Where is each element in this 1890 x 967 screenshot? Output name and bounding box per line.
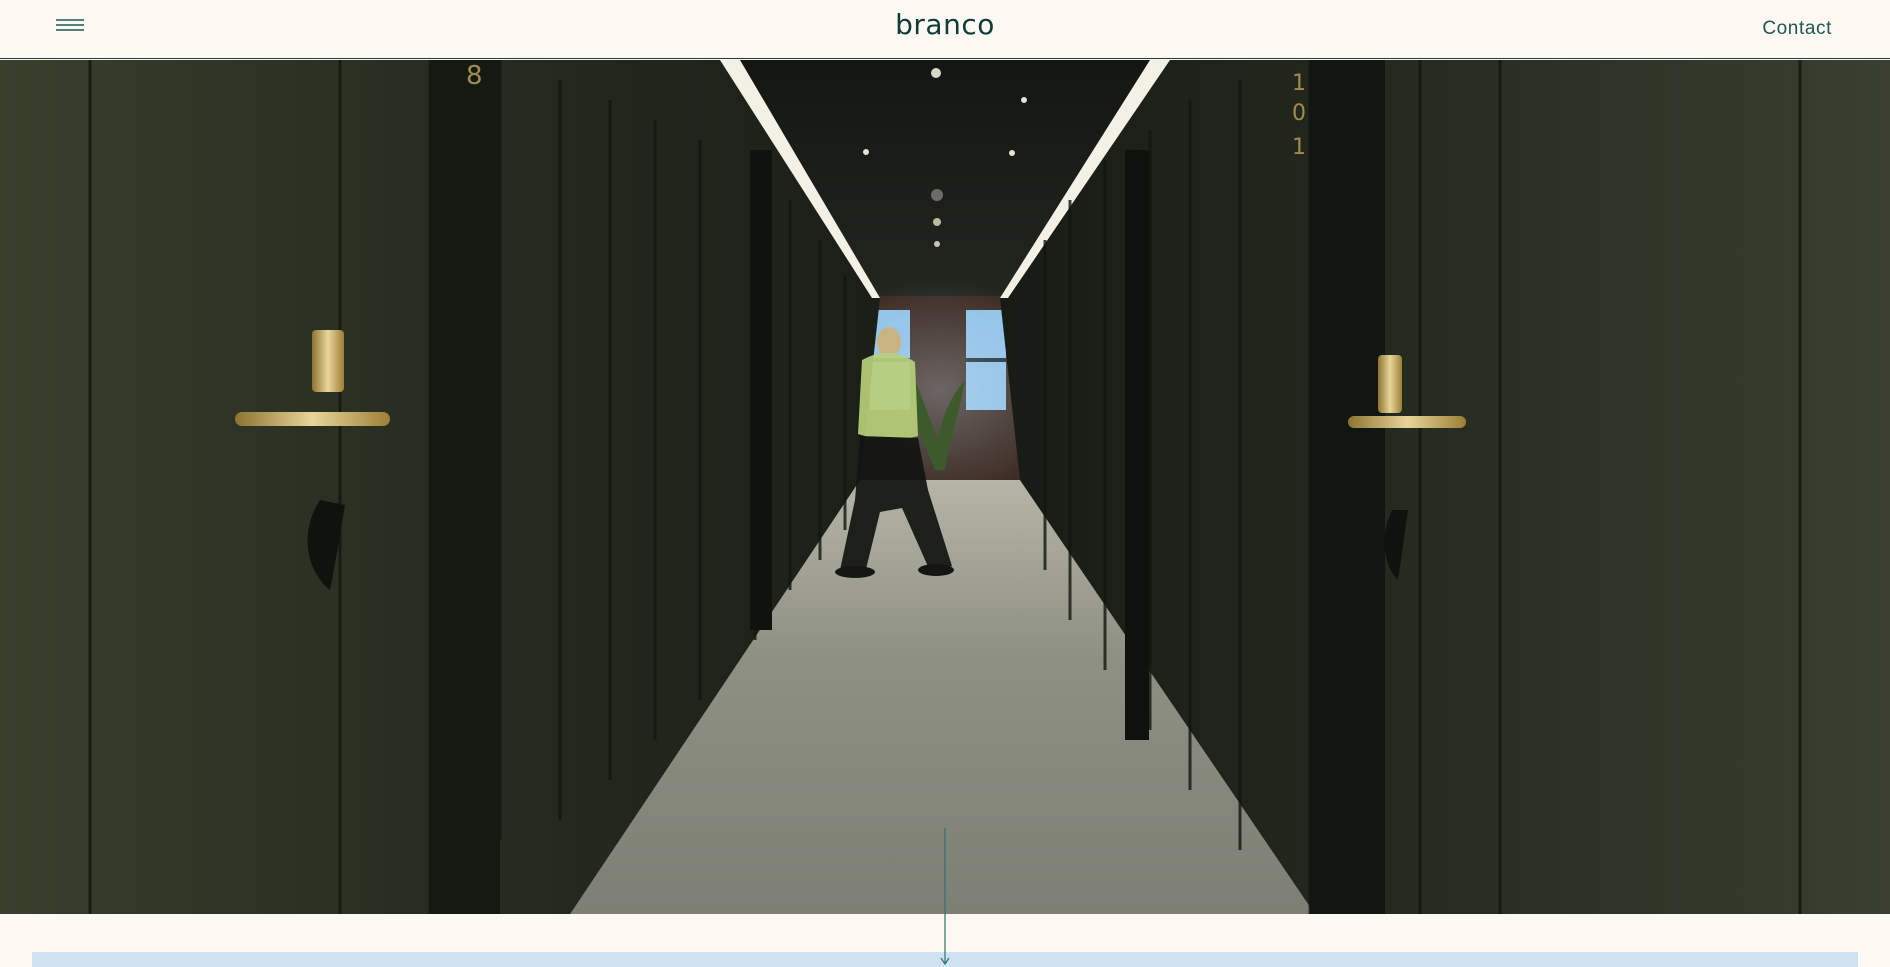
hero-image: 8 1 0 1 (0, 60, 1890, 914)
menu-button[interactable] (56, 18, 86, 36)
hotel-corridor-photo: 8 1 0 1 (0, 60, 1890, 914)
contact-link[interactable]: Contact (1762, 18, 1832, 40)
svg-text:8: 8 (466, 61, 483, 91)
brand-logo[interactable]: branco (895, 8, 995, 41)
hamburger-menu-icon (56, 19, 84, 31)
site-header: branco Contact (0, 0, 1890, 59)
svg-text:0: 0 (1292, 101, 1306, 126)
svg-text:1: 1 (1292, 135, 1306, 160)
svg-text:1: 1 (1292, 71, 1306, 96)
arrow-down-icon (940, 828, 950, 966)
scroll-down-indicator[interactable] (940, 828, 950, 967)
